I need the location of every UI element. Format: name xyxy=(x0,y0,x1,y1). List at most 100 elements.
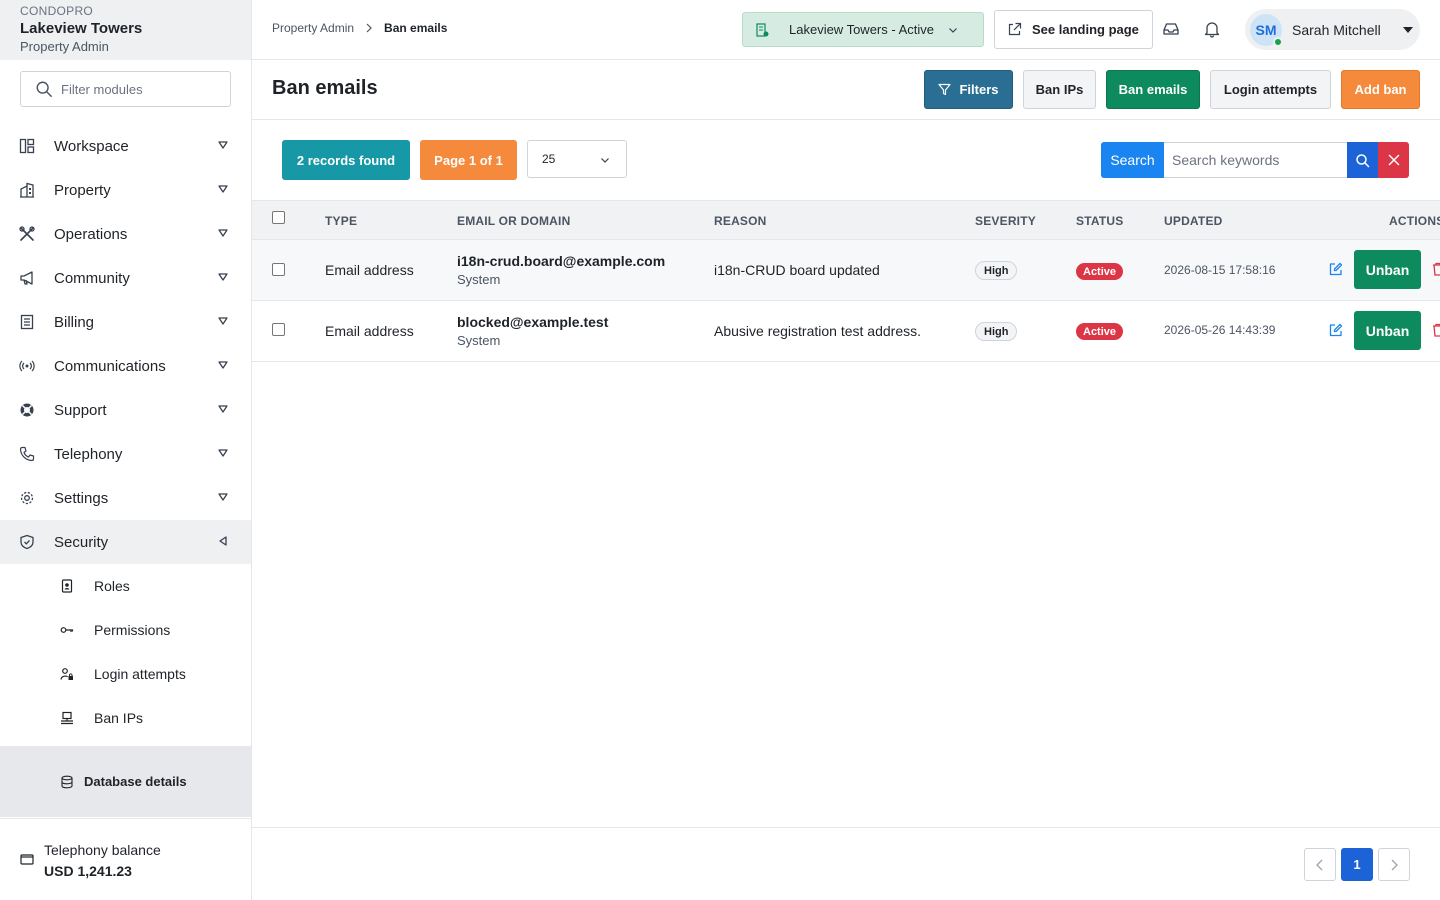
pagination-prev-button[interactable] xyxy=(1304,848,1336,881)
row-email: i18n-crud.board@example.com xyxy=(457,253,666,269)
top-bar: Property Admin Ban emails Lakeview Tower… xyxy=(252,0,1440,60)
caret-down-icon xyxy=(218,449,228,457)
inbox-icon[interactable] xyxy=(1162,20,1180,38)
brand-kicker: CONDOPRO xyxy=(20,4,94,18)
ban-ips-button[interactable]: Ban IPs xyxy=(1023,70,1096,109)
column-header-updated[interactable]: UPDATED xyxy=(1164,214,1223,228)
user-lock-icon xyxy=(60,667,74,681)
bell-icon[interactable] xyxy=(1203,20,1221,38)
sidebar-subitem-login-attempts[interactable]: Login attempts xyxy=(0,652,251,696)
column-header-type[interactable]: TYPE xyxy=(325,214,357,228)
column-header-status[interactable]: STATUS xyxy=(1076,214,1123,228)
sidebar-subitem-permissions[interactable]: Permissions xyxy=(0,608,251,652)
row-checkbox[interactable] xyxy=(272,323,285,336)
database-icon xyxy=(61,775,73,788)
sidebar-subitem-label: Permissions xyxy=(94,622,171,638)
trash-icon[interactable] xyxy=(1432,323,1440,337)
chevron-down-icon xyxy=(601,158,609,163)
wallet-icon xyxy=(20,854,34,865)
database-details-link[interactable]: Database details xyxy=(0,746,251,817)
search-group: Search xyxy=(1101,142,1409,178)
sidebar-item-label: Community xyxy=(54,269,130,287)
status-badge: Active xyxy=(1076,263,1124,280)
pagination-next-button[interactable] xyxy=(1378,848,1410,881)
sidebar-item-label: Property xyxy=(54,181,111,199)
edit-icon[interactable] xyxy=(1329,323,1343,337)
online-status-dot xyxy=(1273,36,1283,47)
sidebar-item-support[interactable]: Support xyxy=(0,388,251,432)
search-input[interactable] xyxy=(1164,142,1347,178)
unban-button[interactable]: Unban xyxy=(1354,250,1421,289)
sidebar-subitem-roles[interactable]: Roles xyxy=(0,564,251,608)
row-source: System xyxy=(457,272,501,287)
property-select[interactable]: Lakeview Towers - Active xyxy=(742,12,984,47)
sidebar-subitem-label: Login attempts xyxy=(94,666,186,682)
trash-icon[interactable] xyxy=(1432,262,1440,276)
telephony-balance: Telephony balance USD 1,241.23 xyxy=(0,818,251,900)
per-page-select[interactable]: 25 xyxy=(527,140,627,178)
megaphone-icon xyxy=(18,269,36,287)
sidebar-item-label: Operations xyxy=(54,225,128,243)
sidebar-subitem-ban-ips[interactable]: Ban IPs xyxy=(0,696,251,740)
column-header-reason[interactable]: REASON xyxy=(714,214,767,228)
sidebar-item-label: Workspace xyxy=(54,137,129,155)
sidebar-item-operations[interactable]: Operations xyxy=(0,212,251,256)
sidebar-item-label: Support xyxy=(54,401,107,419)
sidebar-item-settings[interactable]: Settings xyxy=(0,476,251,520)
caret-down-icon xyxy=(218,185,228,193)
page-info-badge: Page 1 of 1 xyxy=(420,140,517,180)
filter-icon xyxy=(938,83,952,96)
search-clear-button[interactable] xyxy=(1378,142,1409,178)
caret-down-icon xyxy=(218,361,228,369)
sidebar-item-label: Telephony xyxy=(54,445,123,463)
ban-emails-table: TYPE EMAIL OR DOMAIN REASON SEVERITY STA… xyxy=(252,200,1440,828)
balance-value: USD 1,241.23 xyxy=(44,863,132,879)
brand-block: CONDOPRO Lakeview Towers Property Admin xyxy=(0,0,251,60)
caret-left-icon xyxy=(219,536,227,546)
filters-button[interactable]: Filters xyxy=(924,70,1013,109)
chevron-right-icon xyxy=(1391,859,1398,870)
caret-down-icon xyxy=(218,141,228,149)
brand-name: Lakeview Towers xyxy=(20,20,143,37)
search-submit-button[interactable] xyxy=(1347,142,1378,178)
sidebar-item-security[interactable]: Security xyxy=(0,520,251,564)
external-link-icon xyxy=(1008,22,1022,36)
breadcrumb-parent[interactable]: Property Admin xyxy=(272,21,354,35)
sidebar-item-label: Settings xyxy=(54,489,109,507)
filter-modules-field[interactable] xyxy=(20,71,231,107)
sidebar-item-communications[interactable]: Communications xyxy=(0,344,251,388)
column-header-severity[interactable]: SEVERITY xyxy=(975,214,1036,228)
sidebar-item-property[interactable]: Property xyxy=(0,168,251,212)
property-select-label: Lakeview Towers - Active xyxy=(789,22,934,37)
filter-modules-input[interactable] xyxy=(61,81,221,97)
broadcast-icon xyxy=(18,357,36,375)
table-toolbar: 2 records found Page 1 of 1 25 Search xyxy=(252,120,1440,200)
ban-emails-button[interactable]: Ban emails xyxy=(1106,70,1200,109)
see-landing-page-button[interactable]: See landing page xyxy=(994,10,1153,49)
sidebar-item-billing[interactable]: Billing xyxy=(0,300,251,344)
add-ban-button[interactable]: Add ban xyxy=(1341,70,1420,109)
records-count-badge: 2 records found xyxy=(282,140,410,180)
workspace-icon xyxy=(18,137,36,155)
sidebar-item-telephony[interactable]: Telephony xyxy=(0,432,251,476)
sidebar-nav: Workspace Property Operations Community … xyxy=(0,124,251,740)
see-landing-page-label: See landing page xyxy=(1032,22,1139,37)
sidebar-item-community[interactable]: Community xyxy=(0,256,251,300)
sidebar-item-workspace[interactable]: Workspace xyxy=(0,124,251,168)
brand-role: Property Admin xyxy=(20,39,109,54)
column-header-email[interactable]: EMAIL OR DOMAIN xyxy=(457,214,570,228)
table-row: Email address blocked@example.test Syste… xyxy=(252,301,1440,362)
user-menu[interactable]: SM Sarah Mitchell xyxy=(1245,9,1420,50)
unban-button[interactable]: Unban xyxy=(1354,311,1421,350)
breadcrumb: Property Admin Ban emails xyxy=(272,21,447,35)
network-icon xyxy=(60,711,74,725)
edit-icon[interactable] xyxy=(1329,262,1343,276)
login-attempts-button[interactable]: Login attempts xyxy=(1210,70,1331,109)
filters-label: Filters xyxy=(959,82,999,97)
severity-badge: High xyxy=(975,261,1018,280)
per-page-value: 25 xyxy=(542,152,556,166)
sidebar-item-label: Communications xyxy=(54,357,166,375)
select-all-checkbox[interactable] xyxy=(272,211,285,224)
row-checkbox[interactable] xyxy=(272,263,285,276)
pagination-page-button[interactable]: 1 xyxy=(1341,848,1373,881)
